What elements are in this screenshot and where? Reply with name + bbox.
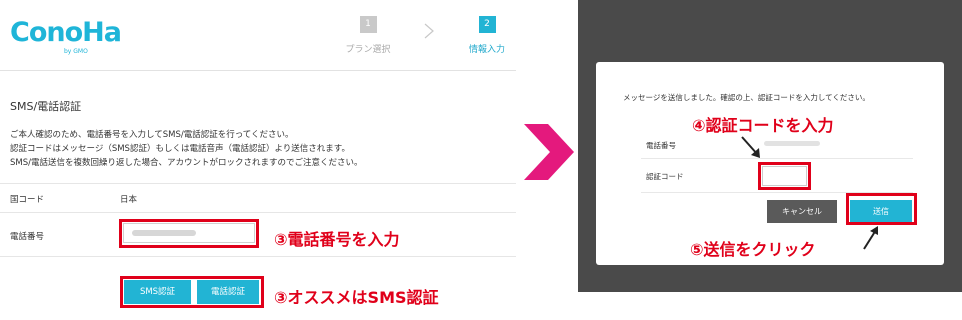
sms-verification-modal: メッセージを送信しました。確認の上、認証コードを入力してください。 電話番号 認…	[596, 62, 944, 265]
left-panel: ConoHa by GMO 1 プラン選択 2 情報入力 SMS/電話認証 ご本…	[0, 0, 516, 320]
step-1: 1 プラン選択	[338, 16, 398, 55]
annotation-sms: ③オススメはSMS認証	[274, 288, 439, 307]
phone-highlight-box	[119, 219, 259, 248]
modal-message: メッセージを送信しました。確認の上、認証コードを入力してください。	[623, 93, 870, 102]
phone-label: 電話番号	[10, 232, 45, 242]
cancel-button[interactable]: キャンセル	[767, 200, 837, 223]
step-1-label: プラン選択	[345, 45, 391, 55]
chevron-right-icon	[424, 23, 434, 39]
arrow-down-right-icon	[741, 136, 760, 158]
step-1-number: 1	[359, 16, 377, 33]
country-value[interactable]: 日本	[120, 193, 137, 205]
step-2: 2 情報入力	[458, 16, 516, 55]
divider	[0, 256, 516, 257]
annotation-send: ⑤送信をクリック	[690, 240, 816, 259]
description-line-2: 認証コードはメッセージ（SMS認証）もしくは電話音声（電話認証）より送信されます…	[10, 144, 350, 154]
description-line-3: SMS/電話送信を複数回繰り返した場合、アカウントがロックされますのでご注意くだ…	[10, 158, 363, 168]
annotation-code: ④認証コードを入力	[692, 116, 834, 135]
step-2-label: 情報入力	[468, 45, 505, 55]
step-2-number: 2	[478, 16, 496, 33]
next-chevron-icon	[524, 124, 574, 180]
code-highlight-box	[758, 162, 811, 190]
modal-phone-label: 電話番号	[646, 141, 676, 150]
blurred-phone-number	[764, 141, 820, 146]
logo-text: ConoHa	[10, 17, 122, 48]
auth-buttons-highlight-box	[120, 276, 264, 308]
header-divider	[0, 70, 516, 71]
country-label: 国コード	[10, 195, 45, 205]
description-line-1: ご本人確認のため、電話番号を入力してSMS/電話認証を行ってください。	[10, 130, 294, 140]
modal-code-label: 認証コード	[646, 172, 684, 181]
annotation-phone: ③電話番号を入力	[274, 230, 400, 249]
divider	[0, 212, 516, 213]
arrow-up-right-icon	[863, 226, 878, 250]
send-highlight-box	[846, 193, 917, 225]
logo-sub: by GMO	[64, 48, 88, 55]
divider	[0, 183, 516, 184]
conoha-logo: ConoHa by GMO	[10, 17, 122, 55]
modal-divider	[641, 158, 913, 159]
section-title: SMS/電話認証	[10, 100, 82, 113]
